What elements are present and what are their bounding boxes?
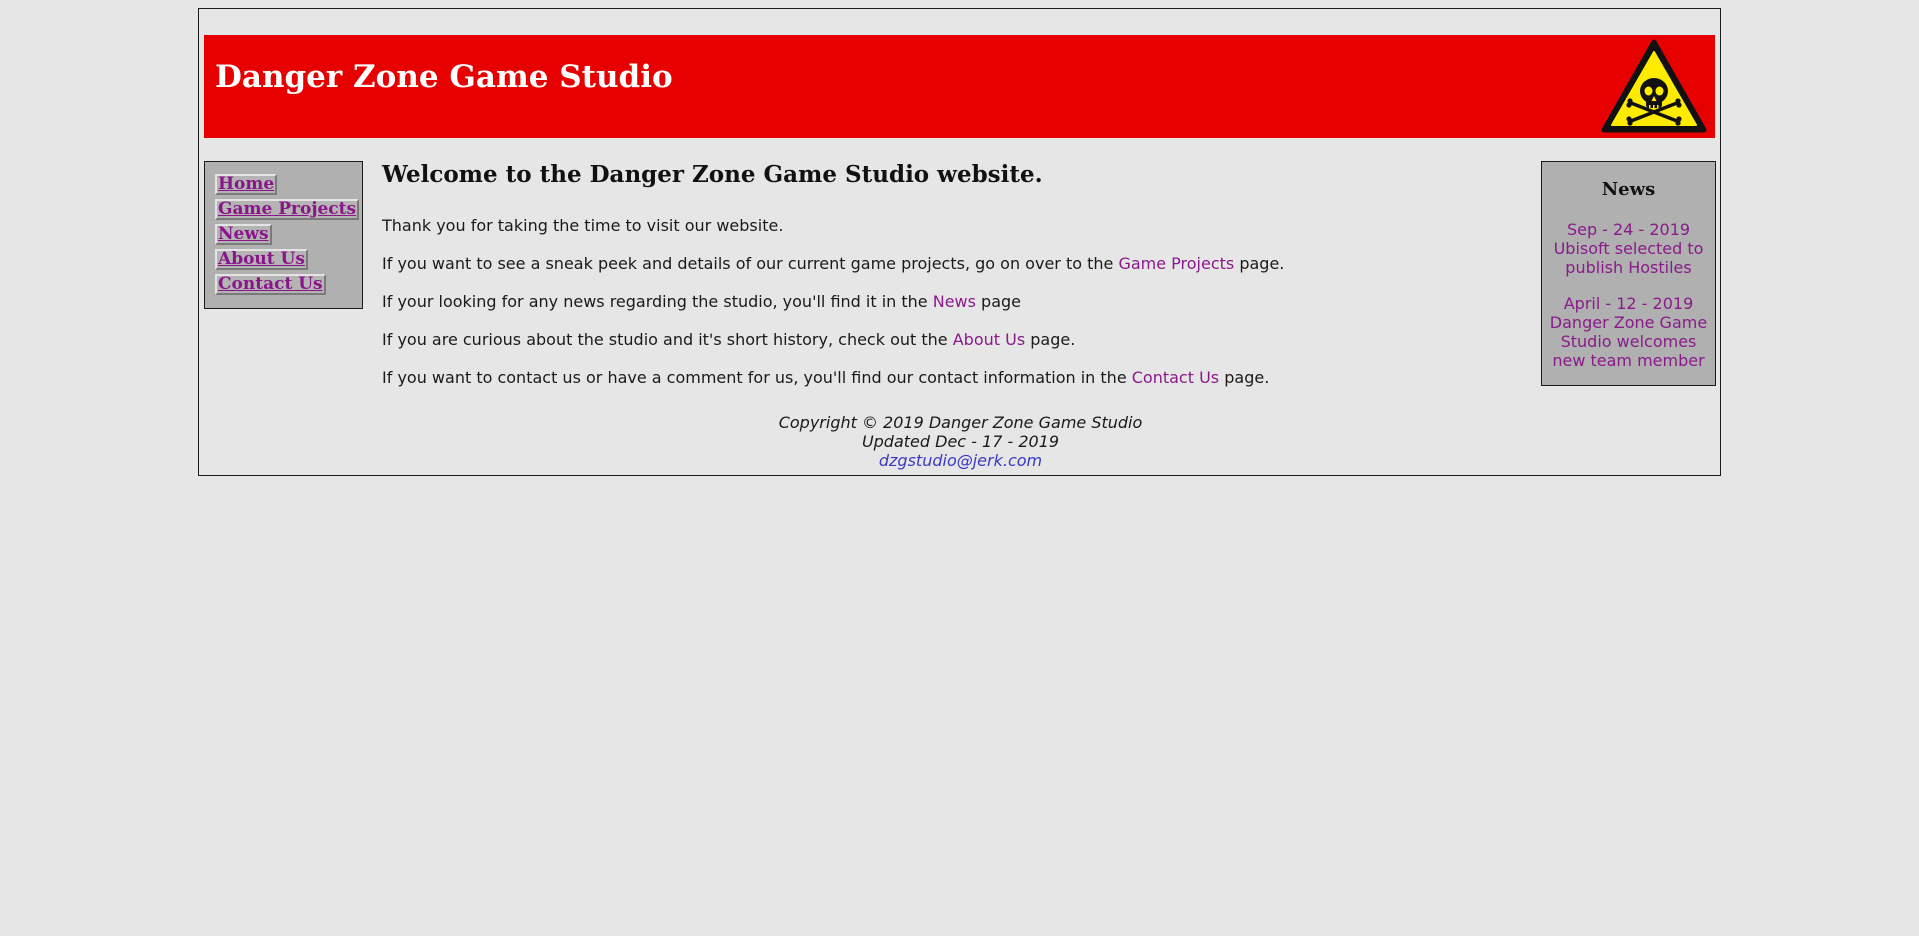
- site-footer: Copyright © 2019 Danger Zone Game Studio…: [199, 413, 1722, 470]
- email-link[interactable]: dzgstudio@jerk.com: [199, 451, 1722, 470]
- paragraph-text: If your looking for any news regarding t…: [382, 292, 933, 311]
- site-header: Danger Zone Game Studio: [204, 35, 1715, 138]
- news-item-date: April - 12 - 2019: [1563, 294, 1694, 313]
- site-title: Danger Zone Game Studio: [215, 59, 673, 95]
- nav-item-game-projects[interactable]: Game Projects: [215, 199, 360, 220]
- sidebar-nav: Home Game Projects News About Us Contact…: [204, 161, 363, 309]
- about-paragraph: If you are curious about the studio and …: [382, 330, 1075, 350]
- paragraph-text: page.: [1234, 254, 1285, 273]
- updated-text: Updated Dec - 17 - 2019: [861, 432, 1060, 451]
- news-heading: News: [1601, 179, 1656, 200]
- nav-item-about-us[interactable]: About Us: [215, 249, 308, 270]
- page-heading: Welcome to the Danger Zone Game Studio w…: [382, 161, 1043, 188]
- contact-paragraph: If you want to contact us or have a comm…: [382, 368, 1269, 388]
- news-link[interactable]: News: [933, 292, 976, 311]
- paragraph-text: If you are curious about the studio and …: [382, 330, 953, 349]
- page-container: Danger Zone Game Studio Home Game Projec…: [198, 8, 1721, 476]
- paragraph-text: If you want to see a sneak peek and deta…: [382, 254, 1119, 273]
- news-item-link[interactable]: Sep - 24 - 2019 Ubisoft selected to publ…: [1546, 220, 1711, 277]
- skull-hazard-icon: [1601, 39, 1707, 133]
- paragraph-text: page.: [1219, 368, 1270, 387]
- paragraph-text: page: [975, 292, 1021, 311]
- copyright-text: Copyright © 2019 Danger Zone Game Studio: [778, 413, 1143, 432]
- about-us-link[interactable]: About Us: [953, 330, 1025, 349]
- game-projects-link[interactable]: Game Projects: [1118, 254, 1234, 273]
- paragraph-text: page.: [1025, 330, 1076, 349]
- news-sidebar: News Sep - 24 - 2019 Ubisoft selected to…: [1541, 161, 1716, 386]
- nav-item-news[interactable]: News: [215, 224, 272, 245]
- news-item-text: Danger Zone Game Studio welcomes new tea…: [1549, 313, 1708, 370]
- nav-item-contact-us[interactable]: Contact Us: [215, 274, 326, 295]
- nav-item-home[interactable]: Home: [215, 174, 278, 195]
- news-item-text: Ubisoft selected to publish Hostiles: [1553, 239, 1704, 277]
- intro-text: Thank you for taking the time to visit o…: [382, 216, 784, 235]
- intro-paragraph: Thank you for taking the time to visit o…: [382, 216, 783, 236]
- game-projects-paragraph: If you want to see a sneak peek and deta…: [382, 254, 1284, 274]
- news-item-link[interactable]: April - 12 - 2019 Danger Zone Game Studi…: [1546, 294, 1711, 370]
- news-item-date: Sep - 24 - 2019: [1566, 220, 1691, 239]
- news-paragraph: If your looking for any news regarding t…: [382, 292, 1021, 312]
- contact-us-link[interactable]: Contact Us: [1132, 368, 1219, 387]
- paragraph-text: If you want to contact us or have a comm…: [382, 368, 1132, 387]
